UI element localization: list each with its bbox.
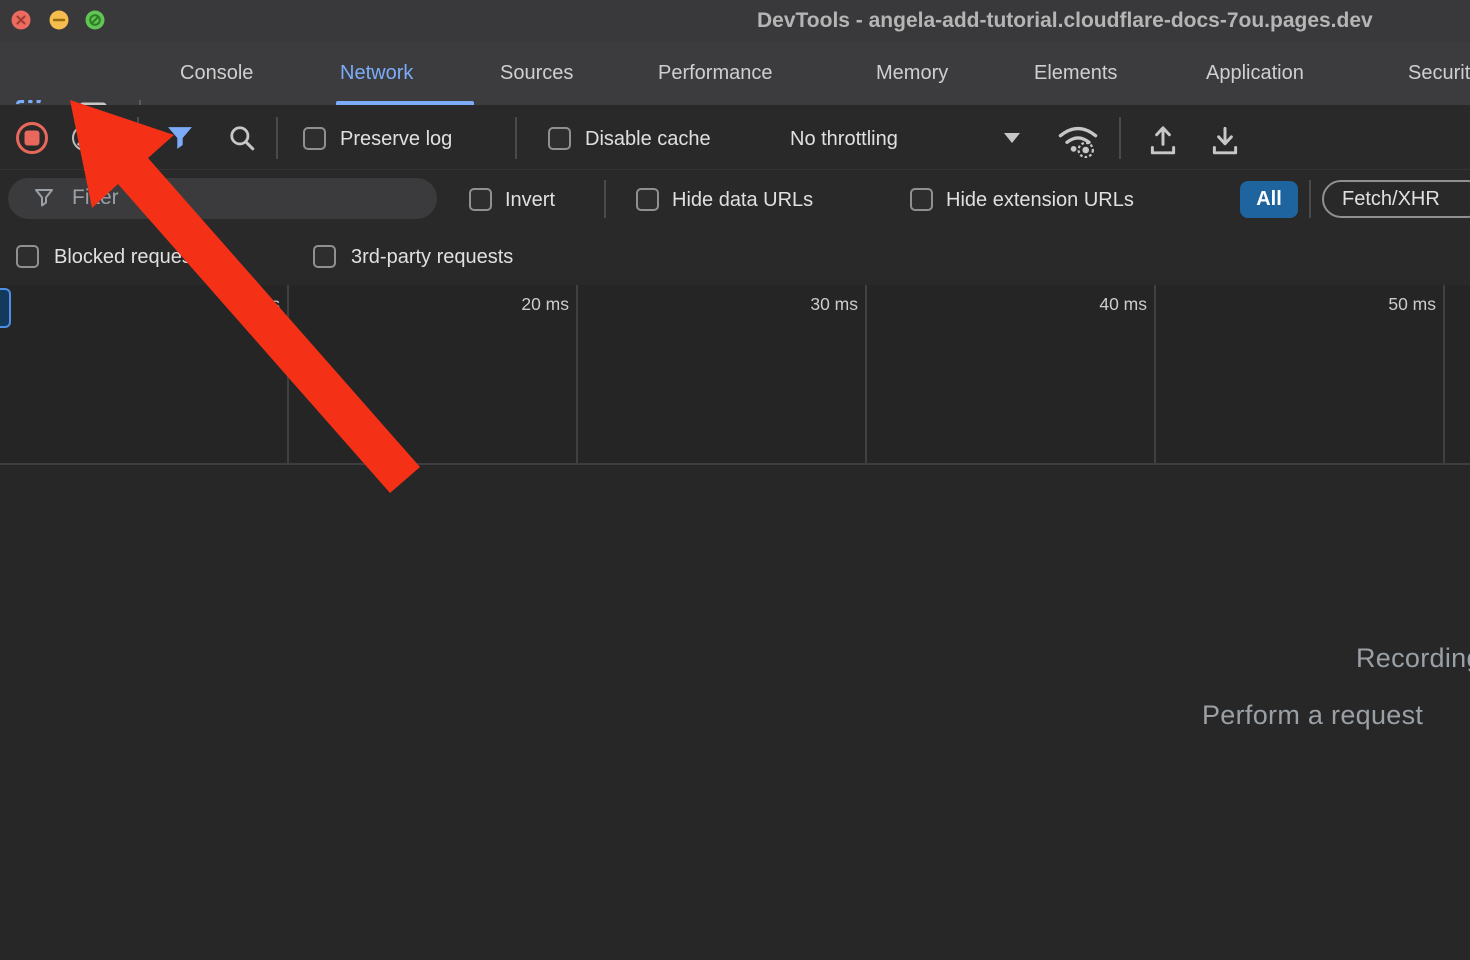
timeline-gridline xyxy=(287,285,289,465)
import-har-icon[interactable] xyxy=(1146,122,1180,156)
hide-data-urls-label[interactable]: Hide data URLs xyxy=(672,188,813,212)
invert-checkbox[interactable] xyxy=(469,188,492,211)
tab-security[interactable]: Security xyxy=(1408,42,1470,105)
window-title: DevTools - angela-add-tutorial.cloudflar… xyxy=(757,9,1373,33)
zoom-button[interactable] xyxy=(86,11,105,30)
timeline-gridline xyxy=(576,285,578,465)
filter-funnel-icon xyxy=(34,188,54,208)
preserve-log-checkbox[interactable] xyxy=(303,127,326,150)
devtools-tab-bar: Console Network Sources Performance Memo… xyxy=(0,42,1470,105)
third-party-requests-label[interactable]: 3rd-party requests xyxy=(351,245,513,269)
network-conditions-icon[interactable] xyxy=(1056,120,1100,158)
timeline-gridline xyxy=(865,285,867,465)
network-filter-bar-row2 xyxy=(0,228,1470,285)
tab-application[interactable]: Application xyxy=(1206,42,1304,105)
filter-input[interactable]: Filter xyxy=(8,178,437,219)
tab-elements[interactable]: Elements xyxy=(1034,42,1117,105)
timeline-tick-label: 10 ms xyxy=(200,294,280,315)
chevron-down-icon[interactable] xyxy=(1004,133,1020,143)
timeline-selection-handle[interactable] xyxy=(0,288,11,328)
window-title-bar: DevTools - angela-add-tutorial.cloudflar… xyxy=(0,0,1470,42)
timeline-gridline xyxy=(1154,285,1156,465)
filter-placeholder: Filter xyxy=(72,186,119,210)
invert-label[interactable]: Invert xyxy=(505,188,555,212)
hide-extension-urls-checkbox[interactable] xyxy=(910,188,933,211)
timeline-tick-label: 40 ms xyxy=(1067,294,1147,315)
record-icon xyxy=(25,131,40,146)
toolbar-divider xyxy=(276,117,278,159)
clear-icon xyxy=(77,130,92,145)
third-party-requests-checkbox[interactable] xyxy=(313,245,336,268)
close-button[interactable] xyxy=(12,11,31,30)
toggle-device-toolbar-icon[interactable] xyxy=(77,98,117,105)
tab-performance[interactable]: Performance xyxy=(658,42,773,105)
record-network-log-button[interactable] xyxy=(16,122,48,154)
disable-cache-label[interactable]: Disable cache xyxy=(585,127,711,151)
tab-console[interactable]: Console xyxy=(180,42,253,105)
empty-state-instruction-text: Perform a request xyxy=(1202,700,1423,731)
toolbar-divider xyxy=(604,180,606,218)
preserve-log-label[interactable]: Preserve log xyxy=(340,127,452,151)
export-har-icon[interactable] xyxy=(1208,122,1242,156)
minimize-button[interactable] xyxy=(50,11,69,30)
blocked-requests-label[interactable]: Blocked requests xyxy=(54,245,207,269)
tab-network[interactable]: Network xyxy=(340,42,413,105)
network-toolbar xyxy=(0,105,1470,170)
timeline-gridline xyxy=(1443,285,1445,465)
timeline-tick-label: 50 ms xyxy=(1356,294,1436,315)
toolbar-divider xyxy=(515,117,517,159)
network-overview-timeline[interactable]: 10 ms 20 ms 30 ms 40 ms 50 ms xyxy=(0,285,1470,465)
tab-sources[interactable]: Sources xyxy=(500,42,573,105)
hide-extension-urls-label[interactable]: Hide extension URLs xyxy=(946,188,1134,212)
toolbar-divider xyxy=(1309,180,1311,218)
blocked-requests-checkbox[interactable] xyxy=(16,245,39,268)
toolbar-divider xyxy=(1119,117,1121,159)
inspect-element-icon[interactable] xyxy=(14,98,54,105)
hide-data-urls-checkbox[interactable] xyxy=(636,188,659,211)
timeline-tick-label: 20 ms xyxy=(489,294,569,315)
throttling-select[interactable]: No throttling xyxy=(790,127,898,151)
filter-chip-fetch-xhr[interactable]: Fetch/XHR xyxy=(1322,180,1470,218)
tab-memory[interactable]: Memory xyxy=(876,42,948,105)
search-icon[interactable] xyxy=(228,124,256,152)
filter-chip-all[interactable]: All xyxy=(1240,181,1298,218)
timeline-tick-label: 30 ms xyxy=(778,294,858,315)
clear-network-log-button[interactable] xyxy=(72,125,98,151)
traffic-light-buttons xyxy=(10,9,110,31)
filter-toggle-icon[interactable] xyxy=(167,126,193,150)
empty-state-recording-text: Recording network activity… xyxy=(1356,643,1470,674)
devtools-window: { "window": { "title": "DevTools - angel… xyxy=(0,0,1470,960)
disable-cache-checkbox[interactable] xyxy=(548,127,571,150)
toolbar-divider xyxy=(137,117,139,159)
